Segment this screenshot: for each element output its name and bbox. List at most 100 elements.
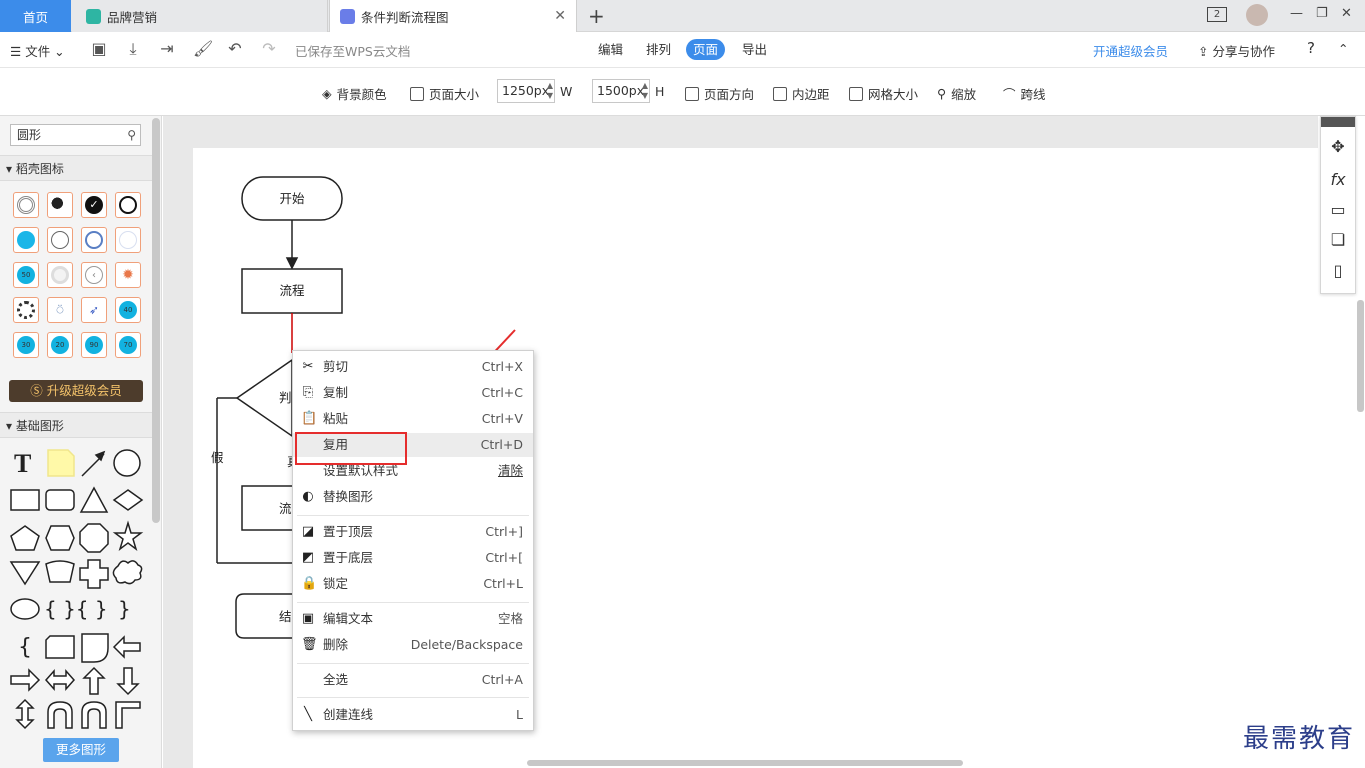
shape-circle-check[interactable]: ✓ [81, 192, 107, 218]
shape-arrowhead [94, 450, 106, 462]
menu-item-send-back[interactable]: ◩ 置于底层 Ctrl+[ [293, 546, 533, 570]
page-icon[interactable]: ▯ [1328, 261, 1348, 281]
padding-button[interactable]: 内边距 [773, 84, 830, 103]
add-tab-button[interactable]: + [588, 4, 605, 28]
flow-process-label: 流程 [279, 283, 305, 298]
jump-icon: ⌒ [1003, 87, 1016, 102]
shape-circle-70[interactable]: 70 [115, 332, 141, 358]
shape-search-input[interactable]: 圆形 ⚲ [10, 124, 141, 146]
shape-circle-90[interactable]: 90 [81, 332, 107, 358]
window-count-badge[interactable]: 2 [1207, 7, 1227, 22]
left-panel-scrollbar[interactable] [152, 118, 160, 523]
section-docer-icons[interactable]: ▾ 稻壳图标 [0, 155, 152, 181]
clear-style-link[interactable]: 清除 [498, 459, 523, 483]
shape-arrow-left [112, 635, 141, 659]
navigator-icon[interactable]: ✥ [1328, 137, 1348, 157]
shape-circle-arrow[interactable]: ‹ [81, 262, 107, 288]
scissors-icon: ✂ [302, 359, 314, 374]
upgrade-vip-button[interactable]: Ⓢ 升级超级会员 [9, 380, 143, 402]
redo-icon[interactable]: ↷ [260, 40, 278, 58]
width-input[interactable]: 1250px ▲ ▼ [497, 79, 555, 103]
shape-sun[interactable]: ✹ [115, 262, 141, 288]
shape-circle-blue[interactable] [13, 227, 39, 253]
menu-item-delete[interactable]: 🗑 删除 Delete/Backspace [293, 633, 533, 657]
close-icon[interactable]: ✕ [554, 8, 566, 24]
save-icon[interactable]: ▣ [90, 40, 108, 58]
menu-item-edit-text[interactable]: ▣ 编辑文本 空格 [293, 607, 533, 631]
shape-speech-bubble [10, 598, 40, 620]
help-icon[interactable]: ? [1307, 39, 1315, 57]
more-shapes-button[interactable]: 更多图形 [43, 738, 119, 762]
restore-icon[interactable]: ❐ [1316, 6, 1328, 21]
formula-icon[interactable]: fx [1328, 170, 1348, 190]
vertical-scrollbar[interactable] [1357, 300, 1364, 412]
export-icon[interactable]: ⇥ [158, 40, 176, 58]
menu-page[interactable]: 页面 [686, 39, 726, 60]
bg-color-button[interactable]: ◈ 背景颜色 [322, 84, 387, 103]
undo-icon[interactable]: ↶ [226, 40, 244, 58]
menu-item-lock[interactable]: 🔒 锁定 Ctrl+L [293, 572, 533, 596]
shape-circle-outline[interactable] [115, 192, 141, 218]
zoom-button[interactable]: ⚲ 缩放 [937, 84, 976, 103]
menu-item-cut[interactable]: ✂ 剪切 Ctrl+X [293, 355, 533, 379]
shape-bulb[interactable]: ⍥ [47, 297, 73, 323]
shape-circle-faint[interactable] [115, 227, 141, 253]
section-basic-shapes[interactable]: ▾ 基础图形 [0, 412, 152, 438]
grid-size-button[interactable]: 网格大小 [849, 84, 918, 103]
shape-circle-blue-ring[interactable] [81, 227, 107, 253]
orientation-button[interactable]: 页面方向 [685, 84, 754, 103]
page-size-button[interactable]: 页面大小 [410, 84, 479, 103]
download-icon[interactable]: ⤓ [124, 40, 142, 58]
tab-brand-marketing[interactable]: 品牌营销 [72, 0, 328, 32]
page-size-icon [410, 86, 424, 101]
image-icon[interactable]: ▭ [1328, 200, 1348, 220]
shape-corner [115, 701, 141, 729]
paint-bucket-icon: ◈ [322, 86, 332, 101]
shape-circle-50[interactable]: 50 [13, 262, 39, 288]
format-painter-icon[interactable]: 🖌 [193, 40, 213, 58]
shape-gear-ring[interactable] [13, 297, 39, 323]
menu-item-select-all[interactable]: 全选 Ctrl+A [293, 668, 533, 692]
menu-arrange[interactable]: 排列 [639, 39, 678, 60]
menu-separator [297, 697, 529, 698]
shape-hexagon [45, 525, 75, 551]
share-button[interactable]: ⇪ 分享与协作 [1198, 41, 1275, 60]
line-jump-button[interactable]: ⌒ 跨线 [1003, 84, 1046, 103]
file-menu[interactable]: ☰ 文件 ⌄ [10, 41, 65, 60]
vip-link[interactable]: 开通超级会员 [1093, 41, 1168, 60]
shape-arrow-right [10, 668, 41, 692]
page-toolbar: ◈ 背景颜色 页面大小 1250px ▲ ▼ W 1500px ▲ ▼ H 页面方向 内边… [0, 68, 1365, 116]
menu-item-bring-front[interactable]: ◪ 置于顶层 Ctrl+] [293, 520, 533, 544]
shape-circle-gradient[interactable] [47, 262, 73, 288]
menu-edit[interactable]: 编辑 [591, 39, 630, 60]
basic-shapes-grid[interactable]: T { }{ } } { [0, 442, 152, 738]
shape-circle-moon[interactable] [47, 192, 73, 218]
shape-arrow-vertical [15, 698, 35, 730]
menu-item-create-line[interactable]: ╲ 创建连线 L [293, 703, 533, 727]
avatar[interactable] [1246, 4, 1268, 26]
collapse-icon[interactable]: ⌃ [1338, 41, 1348, 56]
menu-item-copy[interactable]: ⎘ 复制 Ctrl+C [293, 381, 533, 405]
pages-icon[interactable]: ❏ [1328, 230, 1348, 250]
close-window-icon[interactable]: ✕ [1341, 6, 1352, 21]
shape-rocket[interactable]: ➶ [81, 297, 107, 323]
shape-star [112, 520, 144, 551]
menu-export[interactable]: 导出 [735, 39, 774, 60]
shape-circle-20[interactable]: 20 [47, 332, 73, 358]
tab-home[interactable]: 首页 [0, 0, 71, 32]
shape-circle-ring[interactable] [13, 192, 39, 218]
shape-circle-30[interactable]: 30 [13, 332, 39, 358]
menu-item-replace-shape[interactable]: ◐ 替换图形 [293, 485, 533, 509]
search-icon[interactable]: ⚲ [127, 125, 136, 145]
minimize-icon[interactable]: — [1290, 6, 1303, 21]
flow-decision-label: 判 [279, 390, 292, 405]
height-input[interactable]: 1500px ▲ ▼ [592, 79, 650, 103]
replace-shape-icon: ◐ [302, 489, 314, 504]
context-menu: ✂ 剪切 Ctrl+X ⎘ 复制 Ctrl+C 📋 粘贴 Ctrl+V 复用 Ctrl+… [292, 350, 534, 731]
horizontal-scrollbar[interactable] [527, 760, 963, 766]
shape-circle-40[interactable]: 40 [115, 297, 141, 323]
menu-item-paste[interactable]: 📋 粘贴 Ctrl+V [293, 407, 533, 431]
tab-flowchart[interactable]: 条件判断流程图 ✕ [329, 0, 577, 32]
magnifier-icon: ⚲ [937, 86, 947, 101]
shape-circle-thin[interactable] [47, 227, 73, 253]
